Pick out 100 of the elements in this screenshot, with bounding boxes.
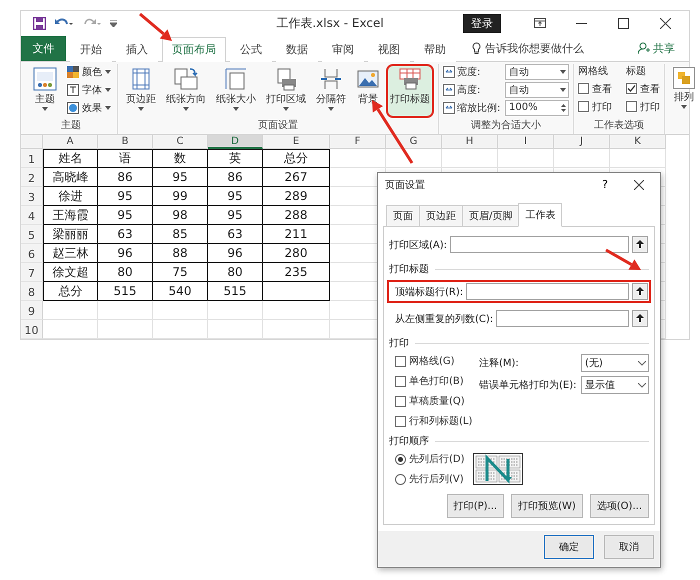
checkbox[interactable] [578, 101, 589, 112]
row-header[interactable]: 1 [21, 149, 43, 168]
table-cell: 86 [208, 168, 263, 187]
table-cell: 95 [153, 168, 208, 187]
dialog-tab[interactable]: 页眉/页脚 [462, 205, 520, 227]
checkbox[interactable] [395, 356, 406, 366]
checkbox-label: 打印 [640, 100, 660, 114]
theme-option-button[interactable]: 字体 [65, 82, 113, 98]
font-icon [67, 84, 79, 96]
column-header[interactable]: E [263, 135, 330, 149]
radio-label: 先行后列(V) [409, 472, 464, 486]
input-field[interactable] [466, 283, 629, 300]
cancel-button[interactable]: 取消 [604, 535, 654, 559]
table-cell: 英 [208, 149, 263, 168]
row-header[interactable]: 8 [21, 282, 43, 301]
group-label: 主题 [61, 118, 81, 133]
person-plus-icon [638, 42, 650, 54]
window-title: 工作表.xlsx - Excel [276, 14, 384, 32]
file-tab[interactable]: 文件 [21, 36, 66, 61]
row-header[interactable]: 9 [21, 301, 43, 320]
column-header[interactable]: D [208, 135, 263, 149]
collapse-button[interactable] [632, 236, 648, 253]
help-button[interactable]: ? [592, 177, 618, 192]
chevron-down-icon [638, 382, 646, 388]
checkbox-label: 行和列标题(L) [409, 414, 472, 428]
tell-me-search[interactable]: 告诉我你想要做什么 [466, 36, 590, 61]
radio-button[interactable] [395, 474, 406, 484]
row-header[interactable]: 3 [21, 187, 43, 206]
chevron-down-icon [638, 360, 646, 366]
column-header[interactable]: F [330, 135, 386, 149]
table-cell: 数 [153, 149, 208, 168]
scale-dropdown[interactable]: 自动 [505, 82, 569, 98]
checkbox[interactable] [626, 101, 637, 112]
table-cell: 98 [153, 206, 208, 225]
scale-spinner[interactable]: 100% [505, 100, 569, 116]
row-header[interactable]: 5 [21, 225, 43, 244]
input-field[interactable] [496, 310, 629, 327]
row-header[interactable]: 6 [21, 244, 43, 263]
scale-dropdown[interactable]: 自动 [505, 64, 569, 80]
row-header[interactable]: 4 [21, 206, 43, 225]
row-header[interactable]: 2 [21, 168, 43, 187]
column-header[interactable]: B [98, 135, 153, 149]
page-setup-button[interactable]: 纸张大小 [212, 64, 260, 118]
page-setup-button[interactable]: 分隔符 [312, 64, 350, 118]
dialog-tab[interactable]: 页边距 [419, 205, 463, 227]
column-header[interactable]: I [498, 135, 554, 149]
column-header[interactable]: G [386, 135, 442, 149]
collapse-button[interactable] [632, 310, 648, 327]
ok-button[interactable]: 确定 [544, 535, 594, 559]
table-cell: 88 [153, 244, 208, 263]
share-button[interactable]: 共享 [632, 36, 681, 61]
dialog-title: 页面设置 [385, 178, 426, 192]
login-button[interactable]: 登录 [462, 14, 501, 33]
arrow-up-icon [636, 240, 644, 249]
table-cell: 75 [153, 263, 208, 282]
empty-cell [442, 149, 498, 168]
checkbox[interactable] [626, 83, 637, 94]
dropdown[interactable]: 显示值 [581, 376, 649, 394]
dialog-button[interactable]: 打印(P)... [446, 494, 504, 518]
page-setup-button[interactable]: 纸张方向 [162, 64, 210, 118]
field-label: 从左侧重复的列数(C): [395, 312, 494, 326]
scale-label: 高度: [457, 84, 482, 97]
section-heading: 打印顺序 [389, 434, 429, 448]
row-header[interactable]: 7 [21, 263, 43, 282]
table-cell: 赵三林 [43, 244, 98, 263]
dialog-tab[interactable]: 页面 [386, 205, 420, 227]
theme-option-button[interactable]: 效果 [65, 100, 113, 116]
column-header[interactable]: K [610, 135, 666, 149]
checkbox[interactable] [395, 376, 406, 386]
column-header[interactable]: A [43, 135, 98, 149]
print-area-field[interactable] [450, 236, 629, 253]
annotation-arrow [139, 12, 172, 41]
field-label: 错误单元格打印为(E): [479, 378, 578, 392]
checkbox-label: 打印 [592, 100, 612, 114]
table-cell: 95 [208, 187, 263, 206]
dialog-button[interactable]: 打印预览(W) [511, 494, 583, 518]
column-header[interactable]: C [153, 135, 208, 149]
page-setup-button[interactable]: 打印标题 [386, 64, 434, 118]
empty-cell [208, 301, 263, 320]
page-setup-button[interactable]: 页边距 [122, 64, 160, 118]
arrange-button[interactable]: 排列 [669, 64, 699, 118]
themes-button[interactable]: 主题 [29, 64, 61, 118]
ribbon-tab[interactable]: 页面布局 [162, 36, 226, 62]
page-setup-button[interactable]: 打印区域 [262, 64, 310, 118]
checkbox[interactable] [578, 83, 589, 94]
checkbox[interactable] [395, 416, 406, 426]
collapse-button[interactable] [632, 283, 648, 300]
dialog-tab[interactable]: 工作表 [518, 203, 562, 227]
dropdown[interactable]: (无) [581, 354, 649, 372]
row-header[interactable]: 10 [21, 320, 43, 339]
checkbox-label: 单色打印(B) [409, 374, 464, 388]
checkbox[interactable] [395, 396, 406, 406]
save-icon[interactable] [33, 16, 46, 30]
dialog-button[interactable]: 选项(O)... [590, 494, 649, 518]
theme-option-button[interactable]: 颜色 [65, 64, 113, 80]
column-header[interactable]: H [442, 135, 498, 149]
radio-button[interactable] [395, 454, 406, 464]
table-cell: 63 [98, 225, 153, 244]
customize-icon[interactable] [110, 20, 117, 27]
column-header[interactable]: J [554, 135, 610, 149]
